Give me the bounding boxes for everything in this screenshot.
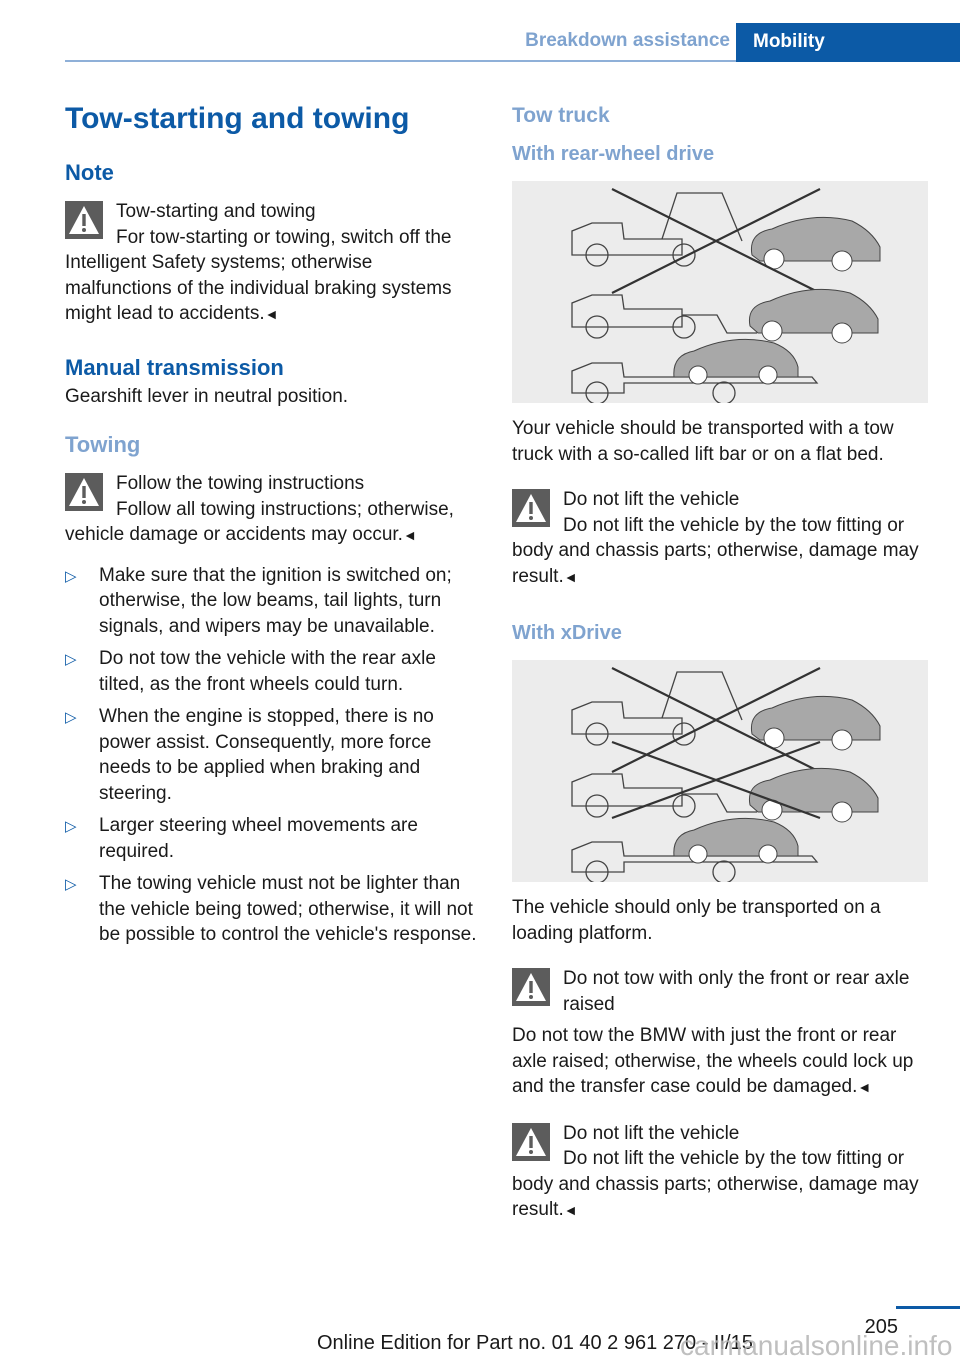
rwd-text: Your vehicle should be transported with … [512,418,894,465]
list-item: ▷ Larger steering wheel movements are req… [65,813,477,864]
rwd-heading: With rear-wheel drive [512,143,715,165]
right-column: Tow truck With rear-wheel drive Your veh… [512,95,928,1224]
triangle-bullet-icon: ▷ [65,818,77,835]
list-item: ▷ Do not tow the vehicle with the rear ax… [65,646,477,697]
warning-triangle-icon [65,473,103,511]
list-item-text: When the engine is stopped, there is no … [99,706,434,804]
header-chapter-tab: Mobility [736,23,960,62]
xdrive-illustration [571,667,881,882]
end-mark: ◄ [402,527,417,543]
manual-transmission-heading: Manual transmission [65,354,284,380]
list-item-text: Make sure that the ignition is switched … [99,564,452,637]
end-mark: ◄ [857,1079,872,1095]
triangle-bullet-icon: ▷ [65,876,77,893]
list-item-text: Do not tow the vehicle with the rear axl… [99,648,436,695]
warning-triangle-icon [512,968,550,1006]
xdrive-text: The vehicle should only be transported o… [512,897,881,944]
warning-title: Do not lift the vehicle [563,489,740,510]
list-item: ▷ Make sure that the ignition is switched… [65,563,477,640]
list-item-text: The towing vehicle must not be lighter t… [99,873,477,945]
warning-title: Do not lift the vehicle [563,1122,740,1144]
tow-truck-heading: Tow truck [512,104,610,127]
warning-body: Follow all towing instructions; otherwis… [65,498,454,546]
warning-body: Do not tow the BMW with just the front o… [512,1025,914,1097]
warning-title: Follow the towing instructions [116,473,365,494]
end-mark: ◄ [563,568,578,585]
warning-triangle-icon [512,1122,550,1161]
triangle-bullet-icon: ▷ [65,709,77,726]
warning-title: Tow-starting and towing [116,201,316,222]
end-mark: ◄ [264,306,279,322]
warning-triangle-icon [512,489,550,527]
triangle-bullet-icon: ▷ [65,651,77,668]
rwd-tow-methods-figure [512,181,928,403]
warning-towing: Follow the towing instructions Follow al… [65,469,477,549]
warning-xdrive-axle: Do not tow with only the front or rear a… [512,964,928,1101]
warning-xdrive-lift: Do not lift the vehicle Do not lift the … [512,1119,928,1224]
page-title: Tow-starting and towing [65,102,410,135]
warning-body: For tow-starting or towing, switch off t… [65,226,452,325]
footer-rule [896,1306,960,1309]
note-heading: Note [65,160,114,185]
list-item-text: Larger steering wheel movements are requ… [99,815,418,862]
towing-heading: Towing [65,432,141,457]
end-mark: ◄ [563,1202,578,1218]
warning-triangle-icon [65,201,103,239]
rwd-illustration [571,188,881,403]
warning-note: Tow-starting and towing For tow-starting… [65,197,477,328]
left-column: Tow-starting and towing Note Tow-startin… [65,95,477,955]
triangle-bullet-icon: ▷ [65,567,77,585]
manual-transmission-text: Gearshift lever in neutral position. [65,385,349,407]
list-item: ▷ When the engine is stopped, there is no… [65,704,477,806]
list-item: ▷ The towing vehicle must not be lighter … [65,871,477,948]
warning-rwd-lift: Do not lift the vehicle Do not lift the … [512,485,928,590]
header-section-title: Breakdown assistance [525,30,730,51]
xdrive-heading: With xDrive [512,622,622,644]
xdrive-tow-methods-figure [512,660,928,882]
towing-bullet-list: ▷ Make sure that the ignition is switched… [65,563,477,948]
watermark: carmanualsonline.info [680,1330,953,1361]
